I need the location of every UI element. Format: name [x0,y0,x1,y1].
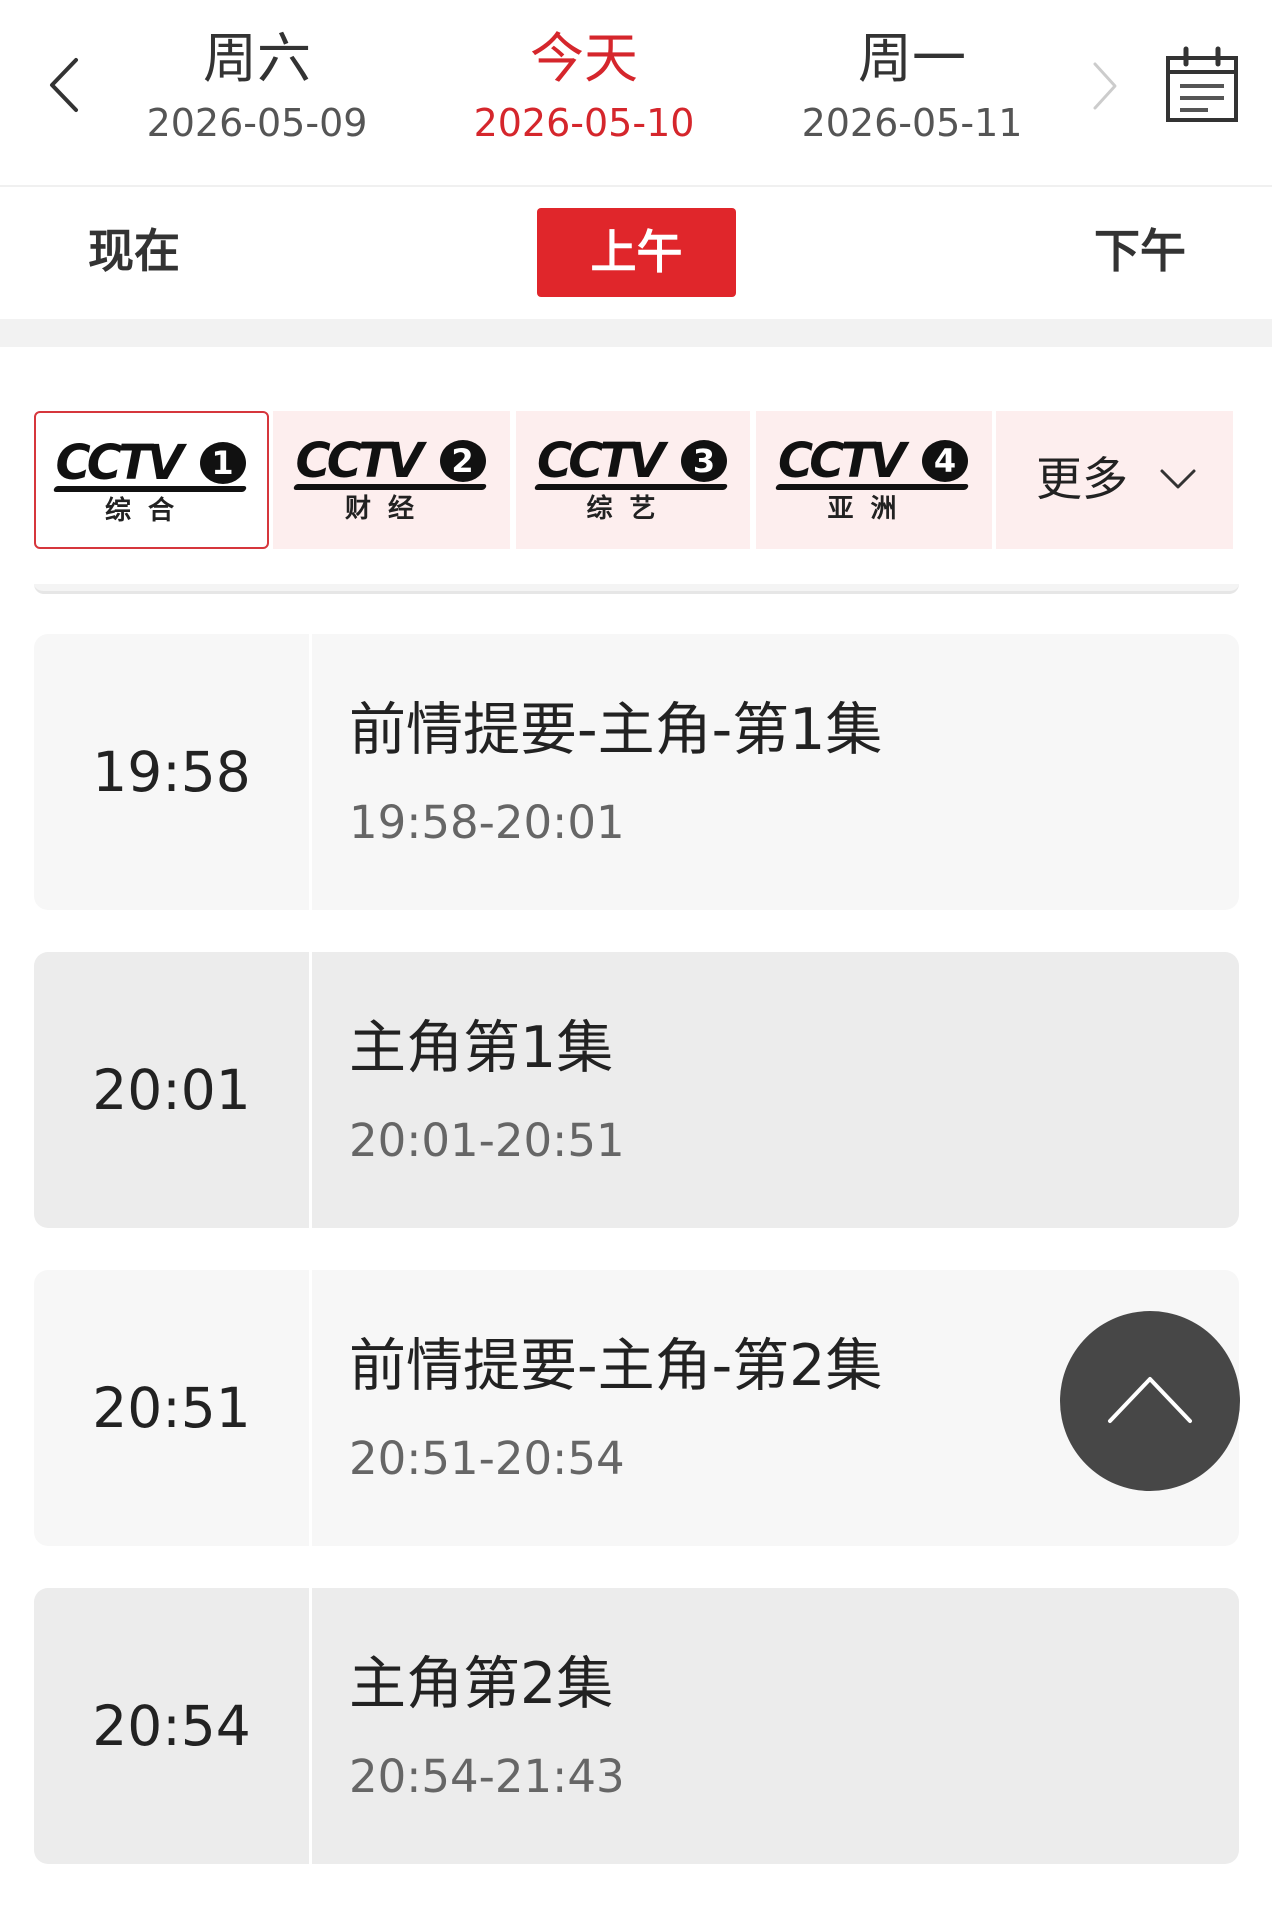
calendar-icon[interactable] [1164,46,1240,124]
program-card[interactable]: 20:54 主角第2集 20:54-21:43 [34,1588,1239,1864]
back-to-top-button[interactable] [1060,1311,1240,1491]
logo-brand: CCTV [55,435,184,491]
program-title: 主角第2集 [349,1651,614,1717]
program-time-range: 20:54-21:43 [349,1750,625,1803]
logo-swoosh [533,484,729,490]
cctv4-logo: CCTV 4 亚 洲 [774,433,972,525]
logo-brand: CCTV [537,433,665,489]
more-label: 更多 [1036,452,1128,506]
program-start-time: 19:58 [92,740,251,804]
chevron-left-icon[interactable] [40,50,88,120]
logo-number: 1 [199,442,246,484]
chevron-up-icon [1108,1377,1192,1423]
tab-now[interactable]: 现在 [69,222,199,280]
program-start-time: 20:01 [92,1058,251,1122]
date-bar: 周六 2026-05-09 今天 2026-05-10 周一 2026-05-1… [0,0,1272,187]
logo-number: 2 [439,440,486,482]
day-date: 2026-05-11 [801,101,1023,145]
day-monday[interactable]: 周一 2026-05-11 [782,26,1042,148]
logo-brand: CCTV [295,433,424,489]
cctv1-logo: CCTV 1 综 合 [52,435,250,527]
program-time-column: 20:01 [34,952,312,1228]
program-start-time: 20:51 [92,1376,251,1440]
channel-cctv1[interactable]: CCTV 1 综 合 [34,411,269,549]
channel-name: 亚 洲 [827,494,901,524]
channel-cctv3[interactable]: CCTV 3 综 艺 [516,411,750,549]
program-title: 前情提要-主角-第2集 [349,1333,883,1399]
program-time-column: 19:58 [34,634,312,910]
channel-name: 综 合 [104,496,179,526]
program-time-range: 20:01-20:51 [349,1114,625,1167]
channel-name: 综 艺 [586,494,660,524]
program-title: 前情提要-主角-第1集 [349,697,883,763]
program-title: 主角第1集 [349,1015,614,1081]
logo-number: 3 [681,440,727,482]
day-name: 今天 [530,27,638,90]
program-time-range: 19:58-20:01 [349,796,625,849]
program-card[interactable]: 20:01 主角第1集 20:01-20:51 [34,952,1239,1228]
section-divider [0,319,1272,347]
logo-swoosh [52,486,247,492]
channel-cctv2[interactable]: CCTV 2 财 经 [273,411,510,549]
program-time-range: 20:51-20:54 [349,1432,625,1485]
channel-name: 财 经 [344,494,419,524]
program-card[interactable]: 19:58 前情提要-主角-第1集 19:58-20:01 [34,634,1239,910]
logo-brand: CCTV [778,433,906,489]
tab-morning[interactable]: 上午 [537,208,736,297]
day-date: 2026-05-09 [146,101,368,145]
previous-program-card-edge [34,584,1239,594]
chevron-right-icon[interactable] [1085,56,1125,116]
program-card[interactable]: 20:51 前情提要-主角-第2集 20:51-20:54 [34,1270,1239,1546]
logo-swoosh [774,484,970,490]
chevron-down-icon [1156,459,1200,499]
logo-number: 4 [922,440,968,482]
day-today[interactable]: 今天 2026-05-10 [454,26,714,148]
channel-cctv4[interactable]: CCTV 4 亚 洲 [756,411,992,549]
tab-afternoon[interactable]: 下午 [1075,222,1205,280]
cctv3-logo: CCTV 3 综 艺 [533,433,731,525]
program-time-column: 20:51 [34,1270,312,1546]
cctv2-logo: CCTV 2 财 经 [292,433,490,525]
day-saturday[interactable]: 周六 2026-05-09 [127,26,387,148]
day-name: 周六 [203,27,311,90]
program-start-time: 20:54 [92,1694,251,1758]
more-channels-button[interactable]: 更多 [996,411,1233,549]
day-name: 周一 [858,27,966,90]
day-date: 2026-05-10 [473,101,695,145]
logo-swoosh [292,484,487,490]
program-time-column: 20:54 [34,1588,312,1864]
